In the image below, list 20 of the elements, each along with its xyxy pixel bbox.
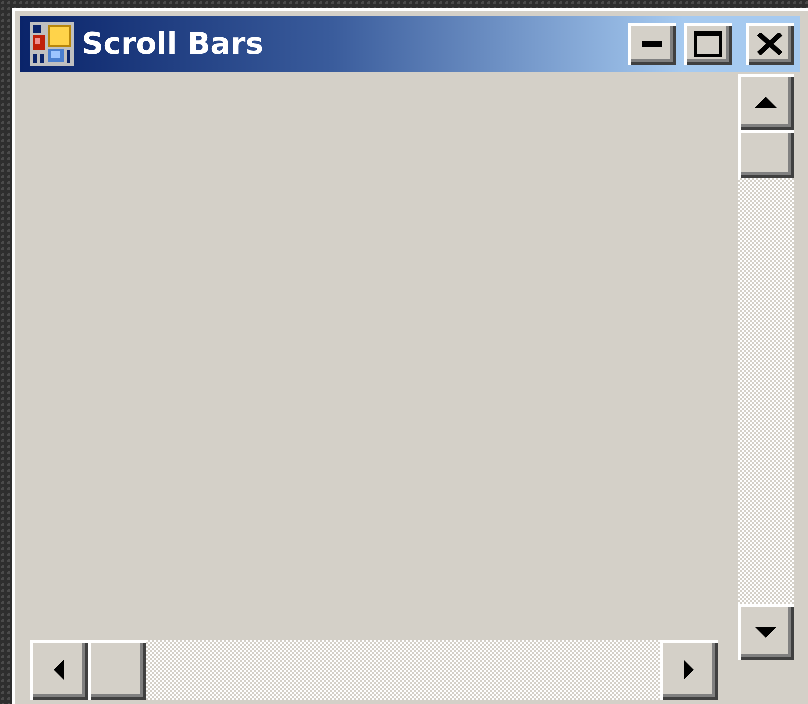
window-title: Scroll Bars <box>82 26 265 62</box>
close-button[interactable] <box>746 23 794 65</box>
app-icon <box>30 22 74 66</box>
scroll-down-button[interactable] <box>738 604 794 660</box>
scroll-right-button[interactable] <box>660 640 718 700</box>
scroll-up-button[interactable] <box>738 74 794 130</box>
minimize-icon <box>642 41 662 47</box>
down-arrow-icon <box>755 626 777 638</box>
left-arrow-icon <box>54 660 64 680</box>
scroll-thumb[interactable] <box>738 130 794 178</box>
maximize-icon <box>694 31 722 57</box>
minimize-button[interactable] <box>628 23 676 65</box>
maximize-button[interactable] <box>684 23 732 65</box>
horizontal-scrollbar[interactable] <box>30 640 718 700</box>
close-icon <box>757 33 783 55</box>
scroll-thumb[interactable] <box>88 640 146 700</box>
scroll-left-button[interactable] <box>30 640 88 700</box>
up-arrow-icon <box>755 96 777 108</box>
right-arrow-icon <box>684 660 694 680</box>
vertical-scrollbar[interactable] <box>738 74 794 660</box>
